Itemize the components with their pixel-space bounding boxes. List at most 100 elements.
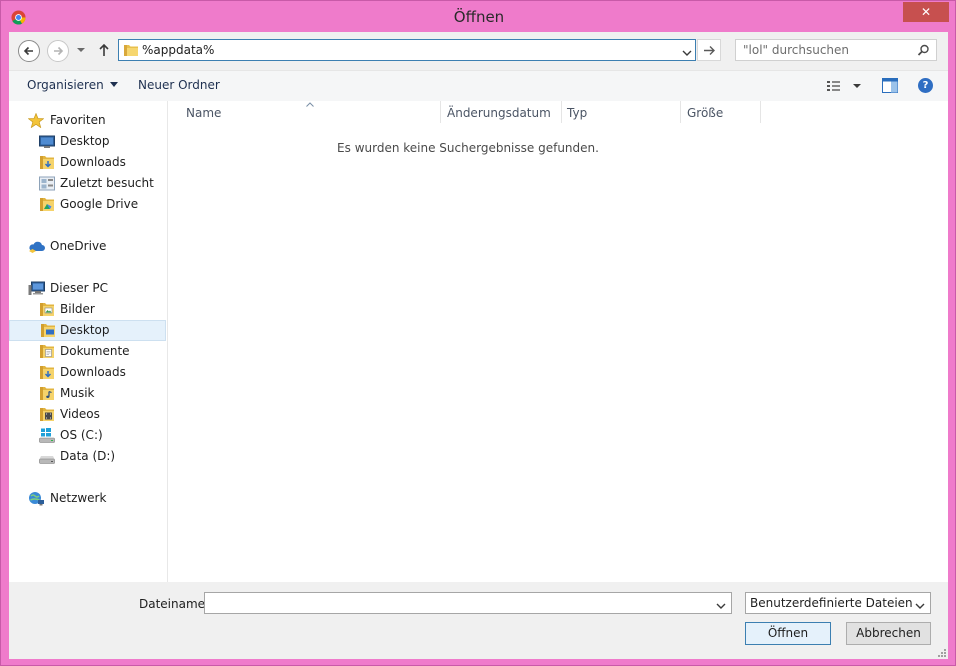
sidebar-item-favorites[interactable]: Favoriten	[9, 110, 166, 131]
organize-label: Organisieren	[27, 78, 104, 92]
videos-folder-icon	[39, 407, 55, 422]
sidebar-item-os-c[interactable]: OS (C:)	[9, 425, 166, 446]
column-separator[interactable]	[561, 101, 562, 123]
filename-label: Dateiname:	[139, 597, 210, 611]
star-icon	[27, 112, 45, 129]
file-type-value: Benutzerdefinierte Dateien	[750, 596, 913, 610]
arrow-right-icon	[704, 46, 715, 55]
sidebar-item-pictures[interactable]: Bilder	[9, 299, 166, 320]
back-button[interactable]	[18, 40, 40, 62]
sidebar-item-music[interactable]: Musik	[9, 383, 166, 404]
sidebar-item-label: Musik	[60, 386, 95, 400]
command-toolbar: Organisieren Neuer Ordner ?	[9, 70, 948, 102]
arrow-left-icon	[23, 46, 33, 56]
windows-drive-icon	[39, 428, 55, 443]
sidebar-item-label: Downloads	[60, 155, 126, 169]
sidebar-item-network[interactable]: Netzwerk	[9, 488, 166, 509]
empty-results-message: Es wurden keine Suchergebnisse gefunden.	[337, 141, 599, 155]
filename-input[interactable]	[204, 592, 732, 614]
new-folder-button[interactable]: Neuer Ordner	[138, 78, 220, 92]
navigation-pane[interactable]: Favoriten Desktop Downloads Zuletzt besu…	[9, 101, 168, 582]
computer-icon	[28, 281, 45, 296]
file-type-select[interactable]: Benutzerdefinierte Dateien	[745, 592, 931, 614]
forward-button[interactable]	[47, 40, 69, 62]
documents-folder-icon	[39, 344, 55, 359]
sidebar-item-label: OS (C:)	[60, 428, 103, 442]
network-icon	[28, 491, 44, 506]
desktop-icon	[39, 134, 55, 149]
file-list[interactable]: Name Änderungsdatum Typ Größe Es wurden …	[168, 101, 948, 582]
sidebar-item-label: OneDrive	[50, 239, 107, 253]
sort-ascending-icon	[306, 102, 314, 107]
sidebar-item-recent-places[interactable]: Zuletzt besucht	[9, 173, 166, 194]
sidebar-item-videos[interactable]: Videos	[9, 404, 166, 425]
chevron-down-icon[interactable]	[915, 599, 925, 613]
go-button[interactable]	[697, 39, 721, 61]
title-bar[interactable]: Öffnen ✕	[1, 1, 956, 33]
address-text: %appdata%	[142, 43, 215, 57]
sidebar-item-label: Videos	[60, 407, 100, 421]
sidebar-item-label: Desktop	[60, 134, 110, 148]
column-header-type[interactable]: Typ	[567, 101, 587, 123]
preview-pane-icon	[882, 78, 898, 93]
google-drive-folder-icon	[39, 197, 55, 212]
caret-down-icon	[109, 82, 118, 87]
arrow-up-icon	[99, 43, 109, 56]
chevron-down-icon[interactable]	[716, 599, 726, 613]
cancel-button[interactable]: Abbrechen	[846, 622, 931, 645]
sidebar-item-favorites-downloads[interactable]: Downloads	[9, 152, 166, 173]
chevron-down-icon[interactable]	[682, 46, 692, 60]
preview-pane-button[interactable]	[882, 78, 898, 93]
sidebar-item-label: Favoriten	[50, 113, 106, 127]
sidebar-item-google-drive[interactable]: Google Drive	[9, 194, 166, 215]
folder-icon	[123, 43, 139, 60]
sidebar-item-desktop[interactable]: Desktop	[9, 320, 166, 341]
pictures-folder-icon	[39, 302, 55, 317]
sidebar-item-label: Downloads	[60, 365, 126, 379]
sidebar-item-label: Data (D:)	[60, 449, 116, 463]
help-button[interactable]: ?	[918, 78, 933, 93]
search-placeholder: "lol" durchsuchen	[743, 43, 850, 57]
column-header-size[interactable]: Größe	[687, 101, 723, 123]
desktop-folder-icon	[40, 323, 56, 338]
dialog-footer: Dateiname: Benutzerdefinierte Dateien Öf…	[9, 582, 948, 659]
sidebar-item-data-d[interactable]: Data (D:)	[9, 446, 166, 467]
up-button[interactable]	[97, 43, 111, 57]
navigation-bar: %appdata% "lol" durchsuchen	[9, 32, 948, 70]
details-view-icon	[827, 81, 861, 91]
downloads-folder-icon	[39, 365, 55, 380]
open-button[interactable]: Öffnen	[745, 622, 831, 645]
sidebar-item-label: Dokumente	[60, 344, 130, 358]
sidebar-item-favorites-desktop[interactable]: Desktop	[9, 131, 166, 152]
dialog-client-area: %appdata% "lol" durchsuchen Organisieren…	[9, 32, 948, 659]
close-button[interactable]: ✕	[903, 2, 949, 22]
sidebar-item-label: Google Drive	[60, 197, 139, 211]
recent-places-icon	[39, 176, 55, 191]
chevron-down-icon	[77, 48, 85, 52]
column-separator[interactable]	[440, 101, 441, 123]
sidebar-item-label: Desktop	[60, 323, 110, 337]
cloud-icon	[28, 239, 45, 254]
sidebar-item-this-pc[interactable]: Dieser PC	[9, 278, 166, 299]
sidebar-item-documents[interactable]: Dokumente	[9, 341, 166, 362]
sidebar-item-label: Dieser PC	[50, 281, 108, 295]
column-separator[interactable]	[680, 101, 681, 123]
content-area: Favoriten Desktop Downloads Zuletzt besu…	[9, 101, 948, 582]
organize-menu[interactable]: Organisieren	[27, 78, 118, 92]
sidebar-item-label: Netzwerk	[50, 491, 107, 505]
sidebar-item-downloads[interactable]: Downloads	[9, 362, 166, 383]
sidebar-item-label: Bilder	[60, 302, 95, 316]
address-bar[interactable]: %appdata%	[118, 39, 696, 61]
sidebar-item-label: Zuletzt besucht	[60, 176, 154, 190]
change-view-button[interactable]	[826, 79, 862, 93]
search-field[interactable]: "lol" durchsuchen	[735, 39, 937, 61]
sidebar-item-onedrive[interactable]: OneDrive	[9, 236, 166, 257]
arrow-right-icon	[54, 46, 64, 56]
recent-locations-button[interactable]	[75, 44, 87, 56]
column-header-name[interactable]: Name	[186, 101, 221, 123]
search-icon[interactable]	[917, 44, 930, 60]
resize-grip-icon[interactable]	[937, 648, 947, 658]
column-header-modified[interactable]: Änderungsdatum	[447, 101, 551, 123]
music-folder-icon	[39, 386, 55, 401]
column-separator[interactable]	[760, 101, 761, 123]
